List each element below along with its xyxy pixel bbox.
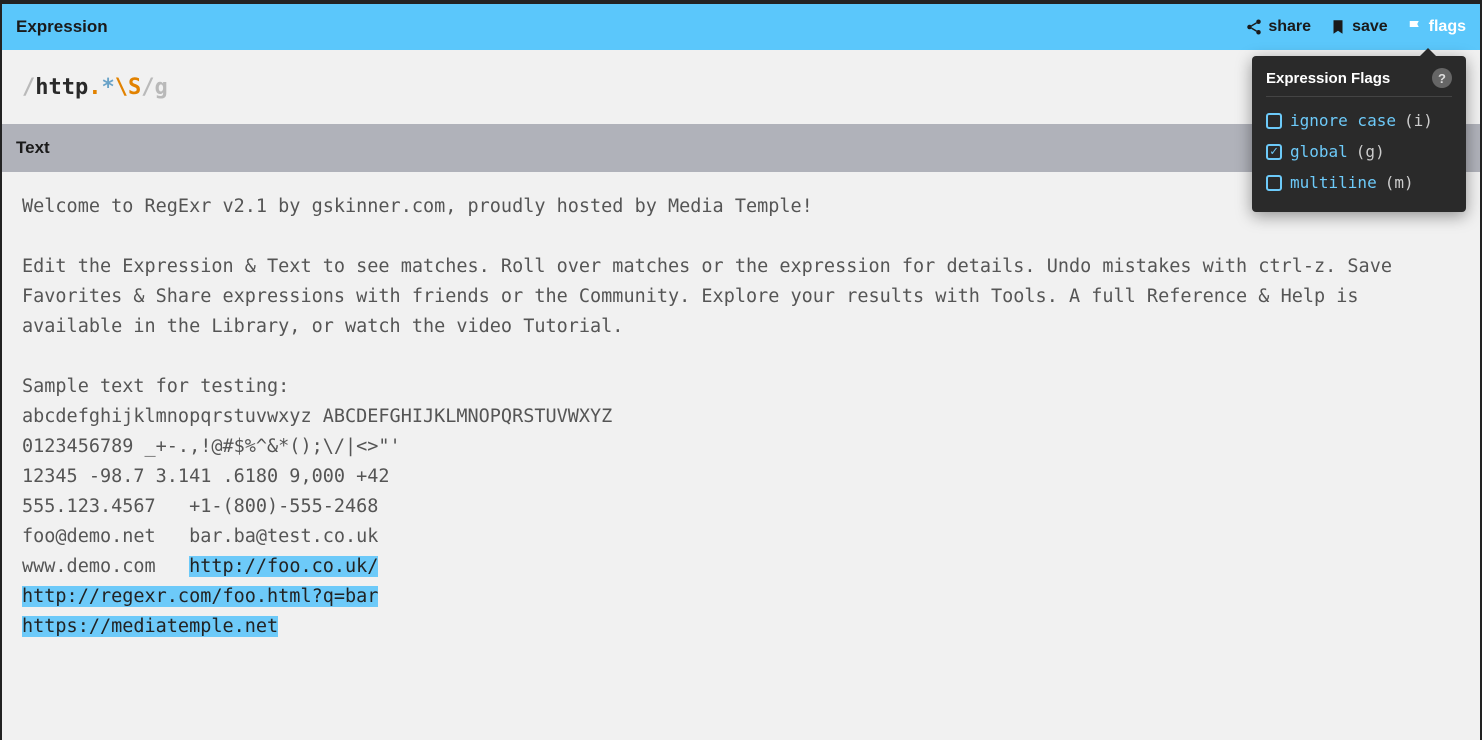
flag-option-ignore-case[interactable]: ignore case (i) bbox=[1266, 105, 1452, 136]
checkbox-icon[interactable] bbox=[1266, 144, 1282, 160]
text-line: Edit the Expression & Text to see matche… bbox=[22, 256, 1403, 337]
flag-option-multiline[interactable]: multiline (m) bbox=[1266, 167, 1452, 198]
flags-button[interactable]: flags bbox=[1406, 18, 1466, 36]
save-button[interactable]: save bbox=[1329, 18, 1388, 36]
regex-dot: . bbox=[88, 75, 101, 100]
text-line: Sample text for testing: bbox=[22, 376, 289, 397]
text-line: 555.123.4567 +1-(800)-555-2468 bbox=[22, 496, 378, 517]
regex-match: https://mediatemple.net bbox=[22, 616, 278, 637]
text-line: abcdefghijklmnopqrstuvwxyz ABCDEFGHIJKLM… bbox=[22, 406, 612, 427]
bookmark-icon bbox=[1329, 18, 1347, 36]
popover-title: Expression Flags bbox=[1266, 70, 1390, 87]
regex-open-delim: / bbox=[22, 75, 35, 100]
share-icon bbox=[1245, 18, 1263, 36]
flag-name: multiline bbox=[1290, 173, 1377, 192]
text-input-area[interactable]: Welcome to RegExr v2.1 by gskinner.com, … bbox=[2, 172, 1480, 662]
flag-short: (i) bbox=[1404, 111, 1433, 130]
popover-header: Expression Flags ? bbox=[1266, 68, 1452, 97]
flag-short: (g) bbox=[1356, 142, 1385, 161]
text-line: 0123456789 _+-.,!@#$%^&*();\/|<>"' bbox=[22, 436, 401, 457]
text-line: Welcome to RegExr v2.1 by gskinner.com, … bbox=[22, 196, 813, 217]
text-line-pre: www.demo.com bbox=[22, 556, 189, 577]
regex-escape: \S bbox=[115, 75, 142, 100]
checkbox-icon[interactable] bbox=[1266, 175, 1282, 191]
checkbox-icon[interactable] bbox=[1266, 113, 1282, 129]
share-label: share bbox=[1268, 18, 1311, 36]
regex-flags: g bbox=[154, 75, 167, 100]
header-actions: share save flags bbox=[1245, 18, 1466, 36]
flags-popover: Expression Flags ? ignore case (i) global (… bbox=[1252, 56, 1466, 212]
save-label: save bbox=[1352, 18, 1388, 36]
share-button[interactable]: share bbox=[1245, 18, 1311, 36]
regex-star: * bbox=[101, 75, 114, 100]
flags-label: flags bbox=[1429, 18, 1466, 36]
flag-icon bbox=[1406, 18, 1424, 36]
text-line: 12345 -98.7 3.141 .6180 9,000 +42 bbox=[22, 466, 390, 487]
regex-close-delim: / bbox=[141, 75, 154, 100]
expression-header: Expression share save flags bbox=[2, 4, 1480, 50]
regex-literal: http bbox=[35, 75, 88, 100]
expression-content: /http.*\S/g bbox=[22, 75, 168, 100]
text-line: foo@demo.net bar.ba@test.co.uk bbox=[22, 526, 378, 547]
expression-title: Expression bbox=[16, 17, 108, 37]
help-icon[interactable]: ? bbox=[1432, 68, 1452, 88]
flag-name: global bbox=[1290, 142, 1348, 161]
flag-short: (m) bbox=[1385, 173, 1414, 192]
flag-option-global[interactable]: global (g) bbox=[1266, 136, 1452, 167]
regex-match: http://foo.co.uk/ bbox=[189, 556, 378, 577]
regex-match: http://regexr.com/foo.html?q=bar bbox=[22, 586, 378, 607]
flag-name: ignore case bbox=[1290, 111, 1396, 130]
